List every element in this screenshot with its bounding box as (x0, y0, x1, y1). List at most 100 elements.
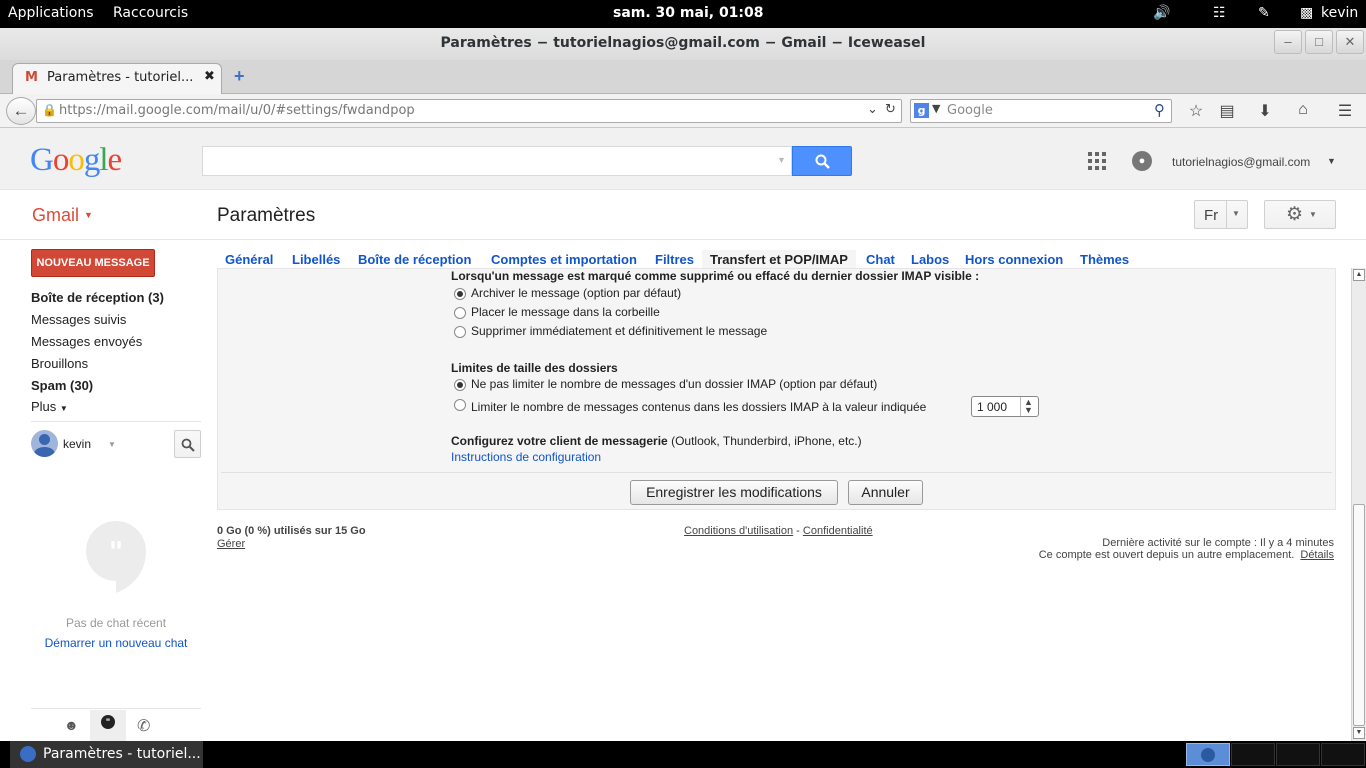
tab-offline[interactable]: Hors connexion (957, 250, 1071, 270)
radio-delete-forever-label[interactable]: Supprimer immédiatement et définitivemen… (471, 324, 767, 338)
cancel-button[interactable]: Annuler (848, 480, 923, 505)
google-engine-icon[interactable]: g (914, 103, 929, 118)
radio-archive[interactable] (454, 288, 466, 300)
gmail-menu[interactable]: Gmail ▼ (32, 205, 93, 226)
chat-user-dropdown-icon[interactable]: ▼ (108, 440, 116, 449)
url-bar[interactable]: 🔒 https://mail.google.com/mail/u/0/#sett… (36, 99, 902, 123)
phone-icon[interactable]: ✆ (137, 716, 150, 736)
downloads-icon[interactable]: ⬇ (1254, 101, 1276, 121)
clock[interactable]: sam. 30 mai, 01:08 (613, 5, 764, 21)
config-instructions-link[interactable]: Instructions de configuration (451, 450, 601, 464)
terms-link[interactable]: Conditions d'utilisation (684, 525, 793, 537)
minimize-button[interactable]: – (1274, 30, 1302, 54)
tab-labs[interactable]: Labos (903, 250, 957, 270)
menu-icon[interactable]: ☰ (1334, 101, 1356, 121)
chat-search-button[interactable] (174, 430, 201, 458)
browser-search-box[interactable]: g ▼ Google ⚲ (910, 99, 1172, 123)
network-icon[interactable]: ☷ (1213, 5, 1226, 21)
search-options-icon[interactable]: ▼ (777, 155, 786, 165)
bookmark-star-icon[interactable]: ☆ (1185, 101, 1207, 121)
tab-labels[interactable]: Libellés (284, 250, 348, 270)
nav-drafts[interactable]: Brouillons (31, 356, 88, 371)
settings-gear-button[interactable]: ⚙ ▼ (1264, 200, 1336, 229)
window-title: Paramètres − tutorielnagios@gmail.com − … (0, 28, 1366, 60)
maximize-button[interactable]: □ (1305, 30, 1333, 54)
back-arrow-icon[interactable]: ← (6, 97, 36, 125)
nav-sent[interactable]: Messages envoyés (31, 334, 142, 349)
radio-limit[interactable] (454, 399, 466, 411)
no-recent-chat: Pas de chat récent (65, 616, 167, 630)
workspace-1[interactable] (1186, 743, 1230, 766)
search-go-icon[interactable]: ⚲ (1154, 101, 1165, 119)
nav-starred[interactable]: Messages suivis (31, 312, 126, 327)
radio-delete-forever[interactable] (454, 326, 466, 338)
google-logo[interactable]: Google (30, 142, 122, 179)
account-email[interactable]: tutorielnagios@gmail.com (1172, 155, 1310, 169)
workspace-3[interactable] (1276, 743, 1320, 766)
apps-grid-icon[interactable] (1088, 152, 1106, 170)
tab-themes[interactable]: Thèmes (1072, 250, 1137, 270)
mail-search-input[interactable]: ▼ (202, 146, 792, 176)
pen-icon[interactable]: ✎ (1258, 5, 1270, 21)
chat-user-name[interactable]: kevin (63, 437, 91, 451)
radio-limit-label[interactable]: Limiter le nombre de messages contenus d… (471, 400, 926, 414)
tab-accounts[interactable]: Comptes et importation (483, 250, 645, 270)
sub-header (0, 190, 1366, 240)
gear-icon: ⚙ (1286, 204, 1304, 225)
home-icon[interactable]: ⌂ (1292, 101, 1314, 121)
save-changes-button[interactable]: Enregistrer les modifications (630, 480, 838, 505)
scroll-thumb[interactable] (1353, 504, 1365, 726)
workspace-4[interactable] (1321, 743, 1365, 766)
notifications-bell-icon[interactable]: ● (1132, 151, 1152, 171)
browser-tab[interactable]: M Paramètres - tutoriel... ✖ (12, 63, 222, 95)
tab-close-icon[interactable]: ✖ (204, 69, 215, 84)
user-menu[interactable]: kevin (1321, 5, 1358, 21)
applications-menu[interactable]: Applications (8, 5, 94, 21)
mail-search-button[interactable] (792, 146, 852, 176)
account-dropdown-icon[interactable]: ▼ (1327, 156, 1336, 166)
folder-limit-select[interactable]: 1 000 ▲ ▼ (971, 396, 1039, 417)
footer-links: Conditions d'utilisation - Confidentiali… (684, 525, 873, 537)
scroll-up-icon[interactable]: ▲ (1353, 269, 1365, 281)
engine-dropdown-icon[interactable]: ▼ (932, 102, 940, 115)
radio-trash-label[interactable]: Placer le message dans la corbeille (471, 305, 660, 319)
privacy-link[interactable]: Confidentialité (803, 525, 873, 537)
tab-inbox[interactable]: Boîte de réception (350, 250, 479, 270)
client-examples: (Outlook, Thunderbird, iPhone, etc.) (671, 434, 862, 448)
reload-icon[interactable]: ↻ (885, 102, 896, 117)
nav-inbox[interactable]: Boîte de réception (3) (31, 290, 164, 305)
manage-storage-link[interactable]: Gérer (217, 538, 245, 550)
tab-filters[interactable]: Filtres (647, 250, 702, 270)
page-scrollbar[interactable]: ▲ ▼ (1351, 268, 1366, 741)
nav-more[interactable]: Plus ▼ (31, 399, 68, 414)
stepper-arrows-icon: ▲ ▼ (1024, 397, 1033, 415)
compose-button[interactable]: NOUVEAU MESSAGE (31, 249, 155, 277)
radio-archive-label[interactable]: Archiver le message (option par défaut) (471, 286, 681, 300)
history-dropdown-icon[interactable]: ⌄ (867, 102, 878, 117)
workspace-2[interactable] (1231, 743, 1275, 766)
language-button[interactable]: Fr ▼ (1194, 200, 1248, 229)
radio-no-limit[interactable] (454, 379, 466, 391)
new-tab-icon[interactable]: + (234, 66, 245, 87)
avatar[interactable] (31, 430, 58, 457)
start-new-chat-link[interactable]: Démarrer un nouveau chat (31, 636, 201, 650)
chat-status-icon[interactable]: ▩ (1300, 5, 1313, 21)
scroll-down-icon[interactable]: ▼ (1353, 727, 1365, 739)
radio-trash[interactable] (454, 307, 466, 319)
iceweasel-icon (20, 746, 36, 762)
nav-spam[interactable]: Spam (30) (31, 378, 93, 393)
tab-forwarding-pop-imap[interactable]: Transfert et POP/IMAP (702, 250, 856, 270)
volume-icon[interactable]: 🔊 (1153, 5, 1170, 21)
shortcuts-menu[interactable]: Raccourcis (113, 5, 188, 21)
details-link[interactable]: Détails (1300, 549, 1334, 561)
gmail-dropdown-icon: ▼ (84, 210, 93, 220)
taskbar-window-button[interactable]: Paramètres - tutoriel... (10, 741, 203, 768)
contacts-icon[interactable]: ☻ (64, 717, 79, 733)
radio-no-limit-label[interactable]: Ne pas limiter le nombre de messages d'u… (471, 377, 877, 391)
close-window-button[interactable]: ✕ (1336, 30, 1364, 54)
search-icon (815, 154, 830, 169)
tab-general[interactable]: Général (217, 250, 281, 270)
bookmarks-menu-icon[interactable]: ▤ (1216, 101, 1238, 121)
hangouts-tab[interactable]: " (90, 710, 126, 741)
tab-chat[interactable]: Chat (858, 250, 903, 270)
